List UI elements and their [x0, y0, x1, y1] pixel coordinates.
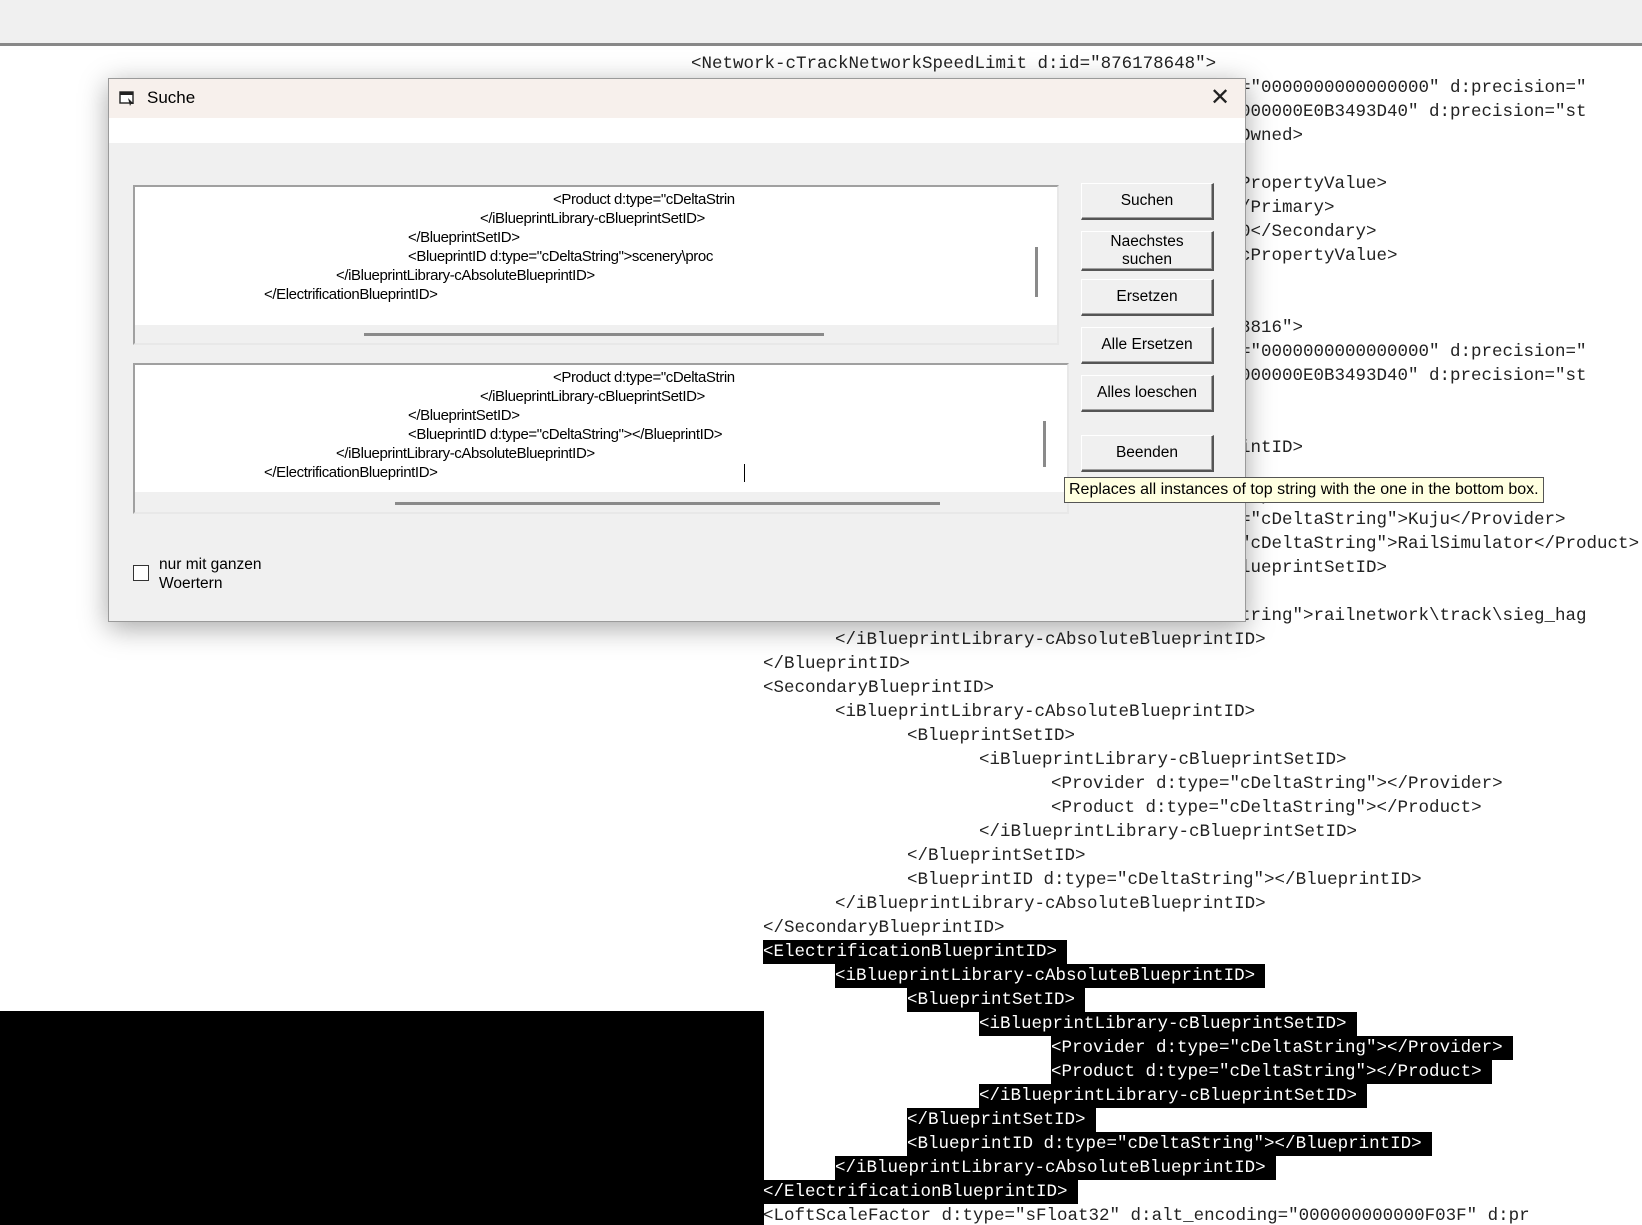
- code-line: </BlueprintSetID>: [907, 1108, 1096, 1132]
- code-line: <ElectrificationBlueprintID>: [763, 940, 1068, 964]
- whole-words-checkbox[interactable]: [133, 565, 149, 581]
- replace-all-tooltip: Replaces all instances of top string wit…: [1064, 477, 1544, 503]
- code-line: <BlueprintSetID>: [907, 988, 1086, 1012]
- replace-box-line: </iBlueprintLibrary-cBlueprintSetID>: [480, 388, 705, 405]
- search-button[interactable]: Suchen: [1081, 183, 1214, 220]
- code-line: <BlueprintSetID>: [907, 726, 1076, 746]
- code-line: </iBlueprintLibrary-cBlueprintSetID>: [979, 822, 1358, 842]
- code-line: <iBlueprintLibrary-cBlueprintSetID>: [979, 750, 1347, 770]
- code-line: </BlueprintSetID>: [907, 846, 1086, 866]
- whole-words-label[interactable]: nur mit ganzen Woertern: [159, 555, 262, 593]
- top-toolbar: [0, 0, 1642, 46]
- search-hscroll-thumb[interactable]: [364, 333, 824, 336]
- search-box-line: </BlueprintSetID>: [408, 229, 520, 246]
- replace-text-box[interactable]: </ElectrificationBlueprintID> </iBlueprin…: [133, 363, 1069, 514]
- text-caret: [744, 464, 745, 482]
- find-next-button[interactable]: Naechstes suchen: [1081, 231, 1214, 271]
- replace-box-line: </BlueprintSetID>: [408, 407, 520, 424]
- replace-button[interactable]: Ersetzen: [1081, 279, 1214, 316]
- code-line: "cDeltaString">RailSimulator</Product>: [1240, 534, 1640, 554]
- code-line: ="cDeltaString">Kuju</Provider>: [1240, 510, 1566, 530]
- code-line: </iBlueprintLibrary-cAbsoluteBlueprintID…: [835, 1156, 1276, 1180]
- code-line: cPropertyValue>: [1240, 246, 1398, 266]
- code-line: lueprintSetID>: [1240, 558, 1388, 578]
- dialog-title: Suche: [147, 88, 196, 107]
- code-line: <BlueprintID d:type="cDeltaString"></Blu…: [907, 870, 1422, 890]
- code-line: <Product d:type="cDeltaString"></Product…: [1051, 798, 1482, 818]
- quit-button[interactable]: Beenden: [1081, 435, 1214, 472]
- search-box-line: </iBlueprintLibrary-cBlueprintSetID>: [480, 210, 705, 227]
- code-line: <Provider d:type="cDeltaString"></Provid…: [1051, 774, 1503, 794]
- code-line: <BlueprintID d:type="cDeltaString"></Blu…: [907, 1132, 1432, 1156]
- code-line: <SecondaryBlueprintID>: [763, 678, 995, 698]
- replace-vscroll-thumb[interactable]: [1043, 421, 1046, 467]
- code-line: <Product d:type="cDeltaString"></Product…: [1051, 1060, 1492, 1084]
- replace-hscrollbar[interactable]: [135, 492, 1067, 512]
- code-line: 000000E0B3493D40" d:precision="st: [1240, 366, 1587, 386]
- code-line: <Network-cTrackNetworkSpeedLimit d:id="8…: [691, 54, 1217, 74]
- search-box-line: </ElectrificationBlueprintID>: [264, 286, 438, 303]
- replace-all-button[interactable]: Alle Ersetzen: [1081, 327, 1214, 364]
- search-box-line: <Product d:type="cDeltaStrin: [553, 191, 735, 208]
- code-line: Owned>: [1240, 126, 1304, 146]
- dialog-titlebar[interactable]: Suche ✕: [109, 79, 1245, 118]
- search-dialog: Suche ✕ </ElectrificationBlueprintID> </i…: [108, 78, 1544, 622]
- replace-hscroll-thumb[interactable]: [395, 502, 940, 505]
- code-line: </SecondaryBlueprintID>: [763, 918, 1005, 938]
- replace-box-line: </iBlueprintLibrary-cAbsoluteBlueprintID…: [336, 445, 595, 462]
- code-line: 0</Secondary>: [1240, 222, 1377, 242]
- selection-band: [0, 1011, 764, 1225]
- code-line: <iBlueprintLibrary-cAbsoluteBlueprintID>: [835, 702, 1256, 722]
- code-line: ="0000000000000000" d:precision=": [1240, 342, 1587, 362]
- code-line: <LoftScaleFactor d:type="sFloat32" d:alt…: [763, 1206, 1530, 1225]
- code-line: 000000E0B3493D40" d:precision="st: [1240, 102, 1587, 122]
- search-hscrollbar[interactable]: [135, 325, 1057, 343]
- code-line: ="0000000000000000" d:precision=": [1240, 78, 1587, 98]
- search-vscroll-thumb[interactable]: [1035, 247, 1038, 297]
- code-line: </iBlueprintLibrary-cBlueprintSetID>: [979, 1084, 1368, 1108]
- search-text-box[interactable]: </ElectrificationBlueprintID> </iBlueprin…: [133, 185, 1059, 345]
- code-line: </ElectrificationBlueprintID>: [763, 1180, 1078, 1204]
- code-line: PropertyValue>: [1240, 174, 1388, 194]
- code-line: <iBlueprintLibrary-cAbsoluteBlueprintID>: [835, 964, 1266, 988]
- close-button[interactable]: ✕: [1203, 83, 1237, 113]
- search-box-line: <BlueprintID d:type="cDeltaString">scene…: [408, 248, 713, 265]
- clear-all-button[interactable]: Alles loeschen: [1081, 375, 1214, 412]
- replace-box-line: <Product d:type="cDeltaStrin: [553, 369, 735, 386]
- code-line: /Primary>: [1240, 198, 1335, 218]
- code-line: </iBlueprintLibrary-cAbsoluteBlueprintID…: [835, 630, 1266, 650]
- replace-box-line: <BlueprintID d:type="cDeltaString"></Blu…: [408, 426, 723, 443]
- code-line: 8816">: [1240, 318, 1304, 338]
- close-icon: ✕: [1209, 84, 1231, 111]
- code-line: <Provider d:type="cDeltaString"></Provid…: [1051, 1036, 1513, 1060]
- replace-box-line: </ElectrificationBlueprintID>: [264, 464, 438, 481]
- code-line: tring">railnetwork\track\sieg_hag: [1240, 606, 1587, 626]
- code-line: intID>: [1240, 438, 1304, 458]
- code-line: </BlueprintID>: [763, 654, 911, 674]
- dialog-strip: [109, 118, 1245, 143]
- window-icon: [119, 91, 134, 106]
- code-line: <iBlueprintLibrary-cBlueprintSetID>: [979, 1012, 1357, 1036]
- search-box-line: </iBlueprintLibrary-cAbsoluteBlueprintID…: [336, 267, 595, 284]
- code-line: </iBlueprintLibrary-cAbsoluteBlueprintID…: [835, 894, 1266, 914]
